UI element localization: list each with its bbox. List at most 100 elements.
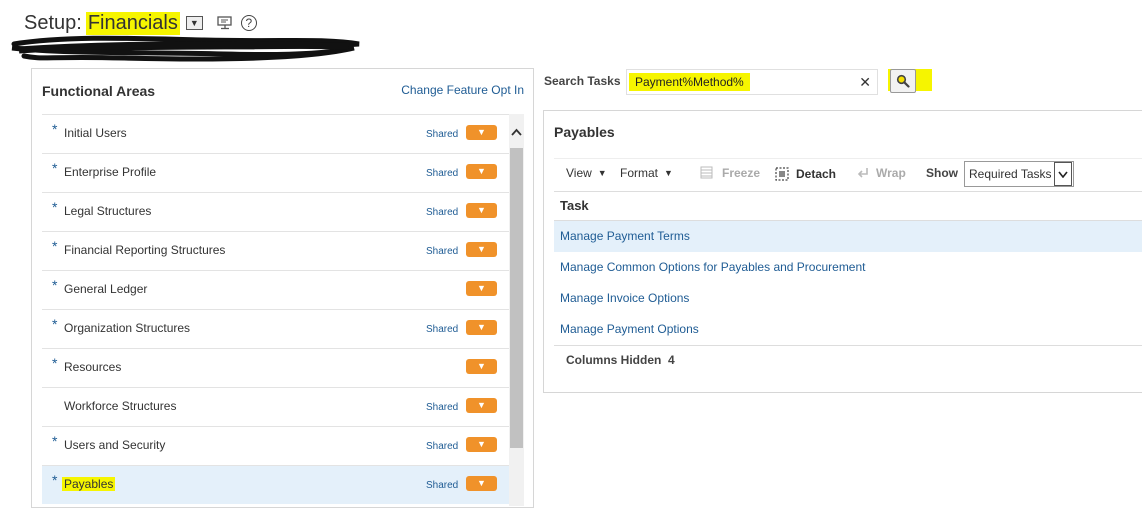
area-options-button[interactable]: ▼ <box>466 164 497 179</box>
columns-hidden-count: 4 <box>668 353 675 367</box>
shared-link[interactable]: Shared <box>426 207 458 218</box>
required-marker: * <box>52 199 58 215</box>
area-options-button[interactable]: ▼ <box>466 476 497 491</box>
required-marker: * <box>52 160 58 176</box>
task-link[interactable]: Manage Payment Options <box>554 314 1142 345</box>
required-marker: * <box>52 238 58 254</box>
view-menu-label: View <box>566 166 592 180</box>
shared-link[interactable]: Shared <box>426 246 458 257</box>
functional-area-row[interactable]: * Users and Security Shared ▼ <box>42 426 509 465</box>
change-feature-opt-in-link[interactable]: Change Feature Opt In <box>401 83 524 97</box>
scroll-up-icon[interactable] <box>509 124 524 140</box>
chevron-down-icon: ▼ <box>477 439 486 449</box>
required-marker: * <box>52 355 58 371</box>
functional-area-row[interactable]: * Payables Shared ▼ <box>42 465 509 504</box>
detach-button[interactable]: Detach <box>774 166 836 182</box>
view-caret-icon: ▼ <box>597 168 607 178</box>
area-options-button[interactable]: ▼ <box>466 437 497 452</box>
chevron-down-icon[interactable] <box>1054 162 1072 186</box>
functional-area-row[interactable]: * Enterprise Profile Shared ▼ <box>42 153 509 192</box>
chevron-down-icon: ▼ <box>477 361 486 371</box>
tasks-panel-title: Payables <box>554 124 615 140</box>
redaction-scribble <box>11 35 360 62</box>
functional-area-label[interactable]: Legal Structures <box>62 204 153 218</box>
shared-link[interactable]: Shared <box>426 480 458 491</box>
area-options-button[interactable]: ▼ <box>466 242 497 257</box>
task-link[interactable]: Manage Invoice Options <box>554 283 1142 314</box>
help-icon[interactable]: ? <box>240 15 257 31</box>
chevron-down-icon: ▼ <box>477 283 486 293</box>
task-column-header[interactable]: Task <box>554 191 1142 221</box>
detach-icon <box>775 167 789 181</box>
search-tasks-input[interactable]: Payment%Method% ✕ <box>626 69 878 95</box>
table-toolbar: View ▼ Format ▼ Freeze Detach Wrap Show … <box>554 158 1142 187</box>
columns-hidden-status: Columns Hidden 4 <box>554 345 1142 375</box>
functional-area-label[interactable]: Organization Structures <box>62 321 192 335</box>
scrollbar-thumb[interactable] <box>510 148 523 448</box>
chevron-down-icon: ▼ <box>477 322 486 332</box>
shared-link[interactable]: Shared <box>426 324 458 335</box>
required-marker: * <box>52 277 58 293</box>
functional-area-row[interactable]: Workforce Structures Shared ▼ <box>42 387 509 426</box>
functional-area-label[interactable]: Workforce Structures <box>62 399 178 413</box>
functional-area-row[interactable]: * Financial Reporting Structures Shared ▼ <box>42 231 509 270</box>
shared-link[interactable]: Shared <box>426 402 458 413</box>
vertical-scrollbar[interactable] <box>509 114 524 506</box>
show-label: Show <box>926 166 958 180</box>
chevron-down-icon: ▼ <box>477 166 486 176</box>
search-button[interactable] <box>890 69 916 93</box>
page-header: Setup: Financials ▼ ? <box>24 9 257 37</box>
title-prefix: Setup: <box>24 11 82 34</box>
functional-area-row[interactable]: * Resources ▼ <box>42 348 509 387</box>
functional-area-label[interactable]: Initial Users <box>62 126 129 140</box>
task-rows: Manage Payment Terms Manage Common Option… <box>554 221 1142 345</box>
functional-area-label[interactable]: Payables <box>62 477 116 491</box>
shared-link[interactable]: Shared <box>426 168 458 179</box>
shared-link[interactable]: Shared <box>426 441 458 452</box>
functional-area-label[interactable]: Financial Reporting Structures <box>62 243 227 257</box>
area-options-button[interactable]: ▼ <box>466 125 497 140</box>
functional-area-label[interactable]: Resources <box>62 360 123 374</box>
area-options-button[interactable]: ▼ <box>466 203 497 218</box>
show-filter-value: Required Tasks <box>969 167 1052 181</box>
chevron-down-icon: ▼ <box>477 478 486 488</box>
freeze-label: Freeze <box>722 166 761 180</box>
freeze-button[interactable]: Freeze <box>700 166 760 180</box>
chevron-down-icon: ▼ <box>477 127 486 137</box>
required-marker: * <box>52 121 58 137</box>
functional-areas-panel: Functional Areas Change Feature Opt In *… <box>31 68 534 508</box>
format-caret-icon: ▼ <box>664 168 673 178</box>
view-menu[interactable]: View ▼ <box>566 166 607 180</box>
task-link[interactable]: Manage Payment Terms <box>554 221 1142 252</box>
area-options-button[interactable]: ▼ <box>466 281 497 296</box>
format-menu-label: Format <box>620 166 659 180</box>
functional-area-row[interactable]: * General Ledger ▼ <box>42 270 509 309</box>
wrap-button[interactable]: Wrap <box>856 166 906 180</box>
page-title: Setup: Financials ▼ <box>24 11 203 35</box>
tasks-table: Task Manage Payment Terms Manage Common O… <box>554 191 1142 375</box>
clear-search-icon[interactable]: ✕ <box>859 74 871 91</box>
required-marker: * <box>52 472 58 488</box>
functional-area-label[interactable]: Users and Security <box>62 438 167 452</box>
functional-area-row[interactable]: * Organization Structures Shared ▼ <box>42 309 509 348</box>
functional-area-row[interactable]: * Legal Structures Shared ▼ <box>42 192 509 231</box>
shared-link[interactable]: Shared <box>426 129 458 140</box>
functional-area-label[interactable]: Enterprise Profile <box>62 165 158 179</box>
area-options-button[interactable]: ▼ <box>466 398 497 413</box>
search-tasks-value[interactable]: Payment%Method% <box>629 73 750 91</box>
functional-area-label[interactable]: General Ledger <box>62 282 149 296</box>
search-icon <box>896 74 910 88</box>
show-filter-select[interactable]: Required Tasks <box>964 161 1074 187</box>
task-link[interactable]: Manage Common Options for Payables and P… <box>554 252 1142 283</box>
area-options-button[interactable]: ▼ <box>466 359 497 374</box>
show-label-text: Show <box>926 166 958 180</box>
monitor-icon[interactable] <box>217 16 233 30</box>
required-marker: * <box>52 316 58 332</box>
offering-dropdown-icon[interactable]: ▼ <box>185 16 203 30</box>
format-menu[interactable]: Format ▼ <box>620 166 673 180</box>
area-options-button[interactable]: ▼ <box>466 320 497 335</box>
chevron-down-icon: ▼ <box>477 205 486 215</box>
tasks-panel: Payables View ▼ Format ▼ Freeze Detach W… <box>543 110 1142 393</box>
functional-area-row[interactable]: * Initial Users Shared ▼ <box>42 114 509 153</box>
detach-label: Detach <box>796 167 837 181</box>
